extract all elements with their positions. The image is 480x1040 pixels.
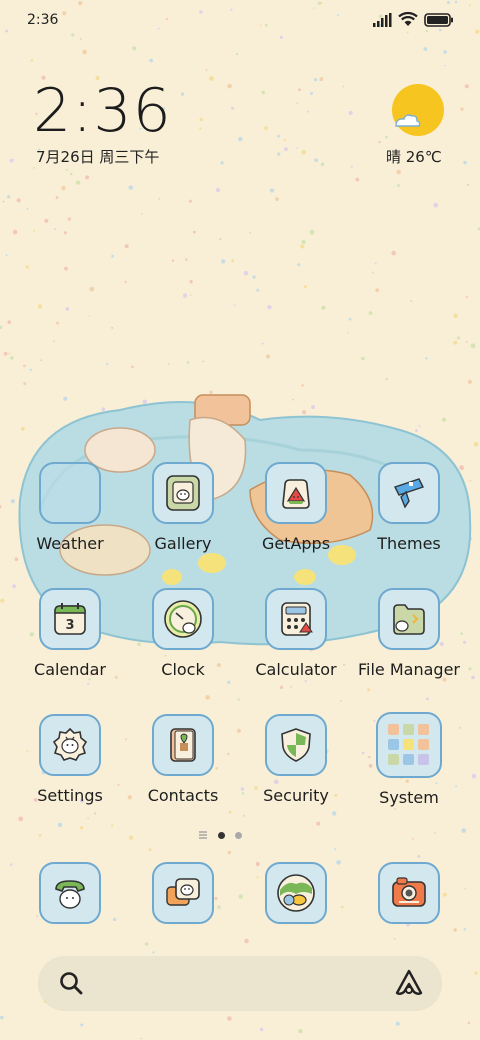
- themes-icon[interactable]: [378, 462, 440, 524]
- app-weather[interactable]: Weather: [14, 462, 126, 553]
- app-label: GetApps: [261, 534, 331, 553]
- app-label: File Manager: [358, 660, 460, 679]
- app-getapps[interactable]: GetApps: [240, 462, 352, 553]
- app-system-folder[interactable]: System: [353, 712, 465, 807]
- weather-app-icon[interactable]: [39, 462, 101, 524]
- battery-icon: [424, 12, 453, 27]
- app-themes[interactable]: Themes: [353, 462, 465, 553]
- page-indicator[interactable]: [198, 830, 242, 840]
- dock: [0, 862, 480, 926]
- settings-icon[interactable]: [39, 714, 101, 776]
- calculator-icon[interactable]: [265, 588, 327, 650]
- contacts-icon[interactable]: [152, 714, 214, 776]
- app-settings[interactable]: Settings: [14, 714, 126, 805]
- app-file-manager[interactable]: File Manager: [353, 588, 465, 679]
- calendar-day: 3: [65, 618, 74, 633]
- app-contacts[interactable]: Contacts: [127, 714, 239, 805]
- clock-widget-time[interactable]: 2:36: [33, 76, 172, 146]
- phone-icon[interactable]: [39, 862, 101, 924]
- app-label: Settings: [37, 786, 103, 805]
- app-label: Calendar: [34, 660, 106, 679]
- app-gallery[interactable]: Gallery: [127, 462, 239, 553]
- app-label: Themes: [377, 534, 441, 553]
- file-manager-icon[interactable]: [378, 588, 440, 650]
- getapps-icon[interactable]: [265, 462, 327, 524]
- page-dot-active: [218, 831, 225, 839]
- search-bar[interactable]: [38, 956, 442, 1010]
- folder-icon[interactable]: [376, 712, 442, 778]
- clock-widget-date: 7月26日 周三下午: [36, 148, 160, 166]
- weather-text: 晴 26℃: [386, 148, 442, 166]
- menu-lines-icon: [199, 831, 207, 839]
- security-icon[interactable]: [265, 714, 327, 776]
- app-calculator[interactable]: Calculator: [240, 588, 352, 679]
- assistant-icon[interactable]: [394, 968, 424, 998]
- signal-icon: [373, 12, 392, 27]
- status-bar: 2:36: [0, 0, 480, 40]
- search-icon[interactable]: [58, 970, 84, 996]
- page-dot: [235, 831, 242, 839]
- status-time: 2:36: [27, 12, 59, 28]
- camera-icon[interactable]: [378, 862, 440, 924]
- gallery-icon[interactable]: [152, 462, 214, 524]
- calendar-icon[interactable]: 3: [39, 588, 101, 650]
- app-clock[interactable]: Clock: [127, 588, 239, 679]
- wifi-icon: [398, 12, 418, 26]
- app-security[interactable]: Security: [240, 714, 352, 805]
- messages-icon[interactable]: [152, 862, 214, 924]
- app-label: Gallery: [154, 534, 212, 553]
- app-label: Weather: [36, 534, 104, 553]
- app-label: Security: [263, 786, 329, 805]
- app-calendar[interactable]: 3 Calendar: [14, 588, 126, 679]
- app-label: System: [379, 788, 439, 807]
- browser-icon[interactable]: [265, 862, 327, 924]
- app-label: Contacts: [147, 786, 219, 805]
- clock-icon[interactable]: [152, 588, 214, 650]
- app-label: Calculator: [255, 660, 337, 679]
- sun-cloud-icon[interactable]: [390, 84, 446, 140]
- app-label: Clock: [161, 660, 205, 679]
